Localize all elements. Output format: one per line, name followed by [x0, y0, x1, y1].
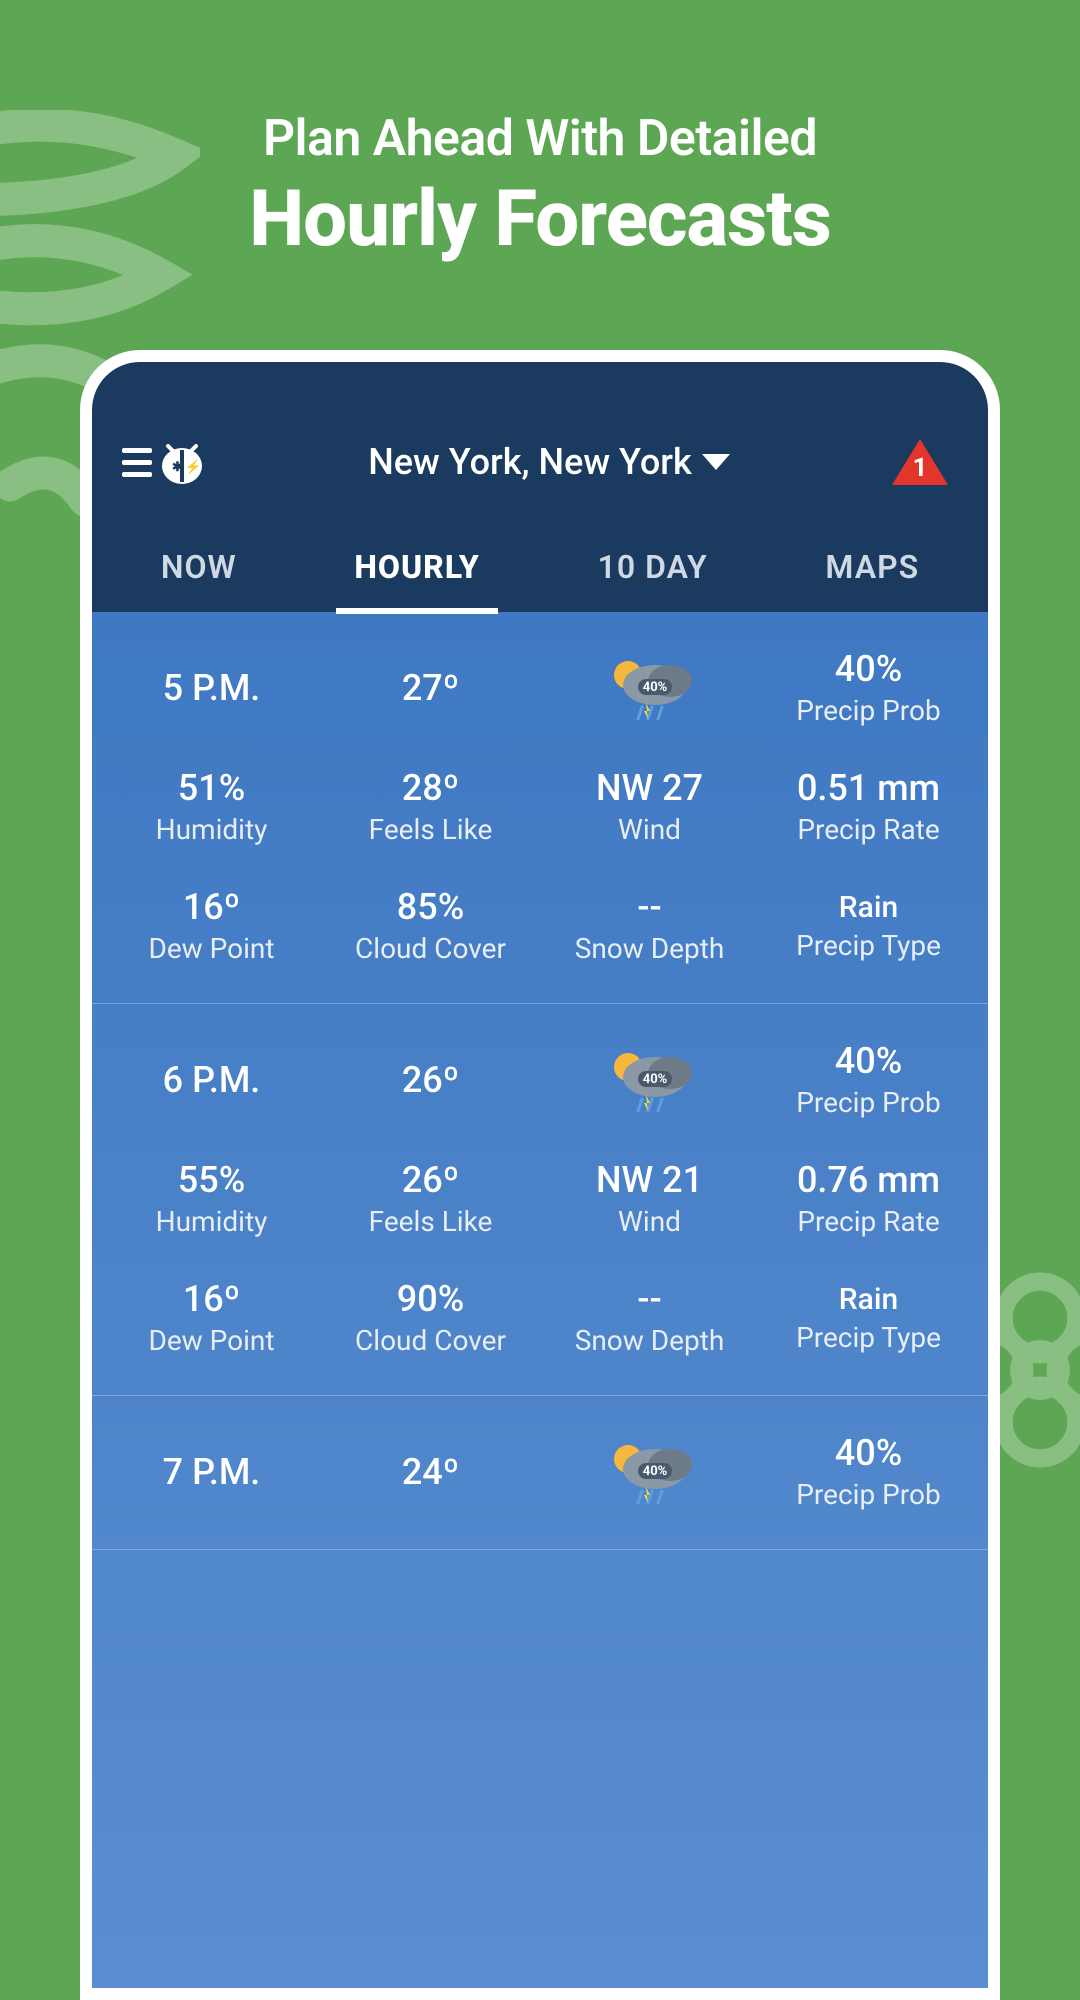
wind-label: Wind [540, 1205, 759, 1238]
hour-block[interactable]: 6 P.M. 26º 40% 40% Precip Prob 55% Humidi… [92, 1004, 988, 1396]
svg-text:✱: ✱ [172, 460, 183, 475]
precip-rate-label: Precip Rate [759, 1205, 978, 1238]
humidity-value: 51% [102, 767, 321, 809]
hour-time: 7 P.M. [102, 1451, 321, 1493]
hourly-content[interactable]: 5 P.M. 27º 40% 40% Precip Prob 51% Humidi… [92, 612, 988, 2000]
precip-rate-label: Precip Rate [759, 813, 978, 846]
wind-label: Wind [540, 813, 759, 846]
cloud-cover-label: Cloud Cover [321, 932, 540, 965]
humidity-label: Humidity [102, 1205, 321, 1238]
wind-value: NW 21 [540, 1159, 759, 1201]
feels-like-label: Feels Like [321, 1205, 540, 1238]
storm-cloud-icon: 40% [540, 653, 759, 723]
cloud-cover-value: 90% [321, 1278, 540, 1320]
alert-badge[interactable]: 1 [892, 439, 948, 485]
precip-type-label: Precip Type [759, 929, 978, 962]
svg-text:40%: 40% [642, 680, 667, 695]
tab-10day[interactable]: 10 DAY [586, 542, 720, 612]
location-text: New York, New York [368, 441, 692, 483]
weatherbug-logo-icon[interactable]: ✱ ⚡ [158, 438, 206, 486]
dew-point-value: 16º [102, 1278, 321, 1320]
precip-prob-value: 40% [759, 648, 978, 690]
precip-prob-value: 40% [759, 1040, 978, 1082]
svg-text:40%: 40% [642, 1464, 667, 1479]
snow-depth-label: Snow Depth [540, 932, 759, 965]
storm-cloud-icon: 40% [540, 1437, 759, 1507]
cloud-cover-label: Cloud Cover [321, 1324, 540, 1357]
menu-icon[interactable] [122, 448, 152, 477]
svg-text:⚡: ⚡ [185, 459, 201, 475]
tabs: NOW HOURLY 10 DAY MAPS [92, 512, 988, 612]
feels-like-value: 28º [321, 767, 540, 809]
precip-prob-label: Precip Prob [759, 1086, 978, 1119]
hour-time: 6 P.M. [102, 1059, 321, 1101]
humidity-value: 55% [102, 1159, 321, 1201]
hour-temp: 27º [321, 667, 540, 709]
snow-depth-value: -- [540, 1278, 759, 1320]
cloud-cover-value: 85% [321, 886, 540, 928]
precip-prob-label: Precip Prob [759, 694, 978, 727]
hour-time: 5 P.M. [102, 667, 321, 709]
hour-temp: 26º [321, 1059, 540, 1101]
precip-type-value: Rain [759, 890, 978, 925]
topbar: ✱ ⚡ New York, New York 1 [92, 362, 988, 512]
tab-now[interactable]: NOW [149, 542, 249, 612]
precip-rate-value: 0.51 mm [759, 767, 978, 809]
storm-cloud-icon: 40% [540, 1045, 759, 1115]
hour-block[interactable]: 7 P.M. 24º 40% 40% Precip Prob [92, 1396, 988, 1550]
precip-type-value: Rain [759, 1282, 978, 1317]
hour-temp: 24º [321, 1451, 540, 1493]
phone-frame: ✱ ⚡ New York, New York 1 NOW HOURLY 10 D… [80, 350, 1000, 2000]
tab-maps[interactable]: MAPS [813, 542, 931, 612]
precip-type-label: Precip Type [759, 1321, 978, 1354]
precip-prob-label: Precip Prob [759, 1478, 978, 1511]
snow-depth-label: Snow Depth [540, 1324, 759, 1357]
dew-point-value: 16º [102, 886, 321, 928]
dew-point-label: Dew Point [102, 1324, 321, 1357]
precip-rate-value: 0.76 mm [759, 1159, 978, 1201]
hour-block[interactable]: 5 P.M. 27º 40% 40% Precip Prob 51% Humidi… [92, 612, 988, 1004]
chevron-down-icon [702, 454, 730, 470]
humidity-label: Humidity [102, 813, 321, 846]
feels-like-label: Feels Like [321, 813, 540, 846]
wind-value: NW 27 [540, 767, 759, 809]
snow-depth-value: -- [540, 886, 759, 928]
feels-like-value: 26º [321, 1159, 540, 1201]
tab-hourly[interactable]: HOURLY [342, 542, 492, 612]
dew-point-label: Dew Point [102, 932, 321, 965]
svg-text:40%: 40% [642, 1072, 667, 1087]
location-selector[interactable]: New York, New York [206, 441, 892, 483]
precip-prob-value: 40% [759, 1432, 978, 1474]
alert-count: 1 [912, 453, 928, 483]
